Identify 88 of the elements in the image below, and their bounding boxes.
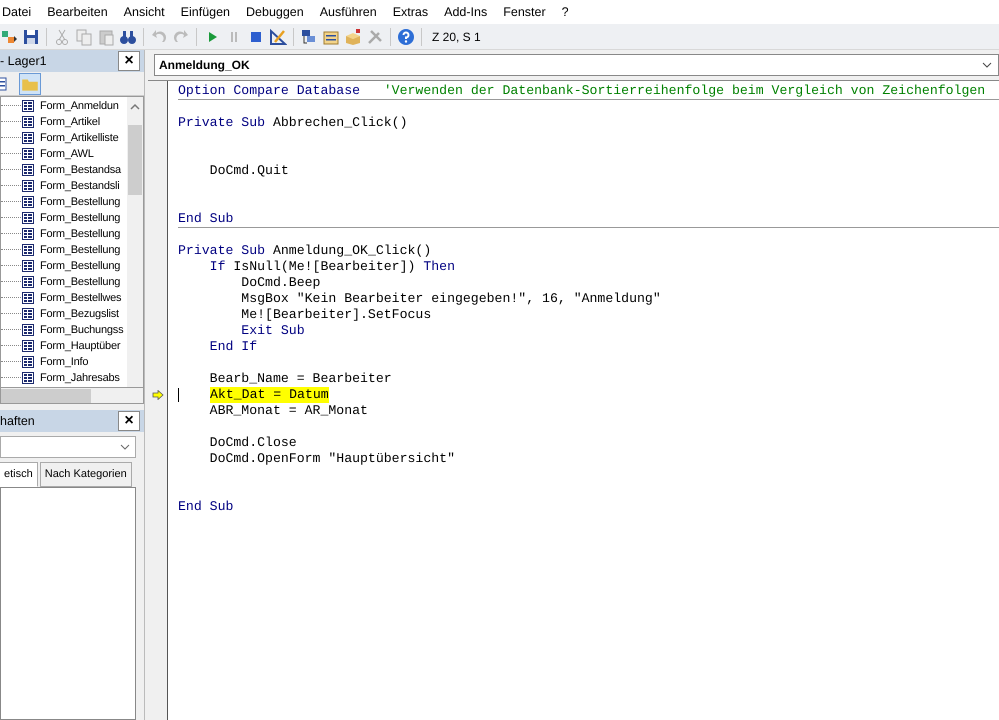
menu-item[interactable]: Debuggen [238, 2, 312, 22]
form-icon [22, 292, 34, 304]
text-cursor [178, 388, 179, 402]
tree-item[interactable]: Form_Anmeldun [40, 98, 119, 114]
code-line: End Sub [178, 211, 234, 227]
code-line: End If [208, 339, 258, 355]
save-icon[interactable] [22, 28, 40, 46]
code-line: Exit Sub [240, 323, 305, 339]
code-line: DoCmd.Quit [208, 163, 289, 179]
form-icon [22, 308, 34, 320]
menu-item[interactable]: ? [554, 2, 577, 22]
scroll-thumb[interactable] [128, 125, 142, 195]
scroll-thumb[interactable] [1, 388, 91, 402]
tree-item[interactable]: Form_Artikel [40, 114, 100, 130]
help-icon[interactable] [397, 28, 415, 46]
tree-item[interactable]: Form_Bestellung [40, 242, 120, 258]
tree-item[interactable]: Form_Buchungss [40, 322, 124, 338]
toolbox-icon[interactable] [366, 28, 384, 46]
project-explorer-icon[interactable] [300, 28, 318, 46]
form-icon [22, 132, 34, 144]
code-line: ABR_Monat = AR_Monat [208, 403, 368, 419]
chevron-down-icon [980, 60, 994, 70]
tree-item[interactable]: Form_Artikelliste [40, 130, 119, 146]
code-line: End Sub [178, 499, 234, 515]
tree-item[interactable]: Form_Bezugslist [40, 306, 119, 322]
menu-item[interactable]: Ansicht [116, 2, 173, 22]
form-icon [22, 340, 34, 352]
chevron-up-icon[interactable] [130, 103, 140, 111]
form-icon [22, 116, 34, 128]
menu-item[interactable]: Bearbeiten [39, 2, 116, 22]
form-icon [22, 260, 34, 272]
form-icon [22, 164, 34, 176]
form-icon [22, 196, 34, 208]
form-icon [22, 100, 34, 112]
tree-item[interactable]: Form_Bestellung [40, 194, 120, 210]
tree-item[interactable]: Form_Bestellung [40, 210, 120, 226]
code-line: MsgBox "Kein Bearbeiter eingegeben!", 16, "Anmeldung" [240, 291, 661, 307]
chevron-down-icon [119, 443, 131, 451]
form-icon [22, 180, 34, 192]
code-editor[interactable] [148, 80, 999, 720]
menu-item[interactable]: Einfügen [172, 2, 238, 22]
tree-item[interactable]: Form_Bestellwes [40, 290, 122, 306]
object-browser-icon[interactable] [344, 28, 362, 46]
tab[interactable]: etisch [0, 462, 38, 486]
form-icon [22, 276, 34, 288]
procedure-dropdown[interactable]: Anmeldung_OK [154, 54, 999, 76]
tree-item[interactable]: Form_Bestellung [40, 226, 120, 242]
code-line: Me![Bearbeiter].SetFocus [240, 307, 432, 323]
form-icon [22, 212, 34, 224]
code-line: If IsNull(Me![Bearbeiter]) Then [208, 259, 455, 275]
code-line: DoCmd.Beep [240, 275, 320, 291]
cut-icon[interactable] [53, 28, 71, 46]
vertical-scrollbar[interactable] [127, 97, 143, 387]
horizontal-scrollbar[interactable] [0, 388, 144, 404]
menu-item[interactable]: Extras [384, 2, 436, 22]
close-button[interactable]: × [118, 51, 140, 71]
panel-title: haften [0, 412, 35, 430]
tree-item[interactable]: Form_Bestandsa [40, 162, 121, 178]
tree-item[interactable]: Form_Hauptüber [40, 338, 120, 354]
tree-item[interactable]: Form_Info [40, 354, 88, 370]
form-icon [22, 244, 34, 256]
code-line: Private Sub Anmeldung_OK_Click() [178, 243, 432, 259]
tree-item[interactable]: Form_AWL [40, 146, 94, 162]
panel-title: - Lager1 [0, 52, 47, 70]
menu-item[interactable]: Add-Ins [436, 2, 496, 22]
menu-item[interactable]: Ausführen [312, 2, 385, 22]
tree-item[interactable]: Form_Bestellung [40, 274, 120, 290]
code-line: DoCmd.OpenForm "Hauptübersicht" [208, 451, 455, 467]
form-icon [22, 324, 34, 336]
code-line: Private Sub Abbrechen_Click() [178, 115, 408, 131]
form-icon [22, 372, 34, 384]
cursor-position: Z 20, S 1 [431, 28, 482, 46]
menu-item[interactable]: Fenster [495, 2, 554, 22]
code-line: Bearb_Name = Bearbeiter [208, 371, 392, 387]
tab[interactable]: Nach Kategorien [40, 462, 132, 486]
tree-item[interactable]: Form_Bestandsli [40, 178, 120, 194]
copy-icon[interactable] [75, 28, 93, 46]
close-button[interactable]: × [118, 411, 140, 431]
design-mode-icon[interactable] [269, 28, 287, 46]
tree-item[interactable]: Form_Bestellung [40, 258, 120, 274]
tree-item[interactable]: Form_Jahresabs [40, 370, 120, 386]
form-icon [22, 228, 34, 240]
code-line: DoCmd.Close [208, 435, 297, 451]
menu-item[interactable]: Datei [0, 2, 40, 22]
form-icon [22, 356, 34, 368]
code-line: Option Compare Database 'Verwenden der Datenbank-Sortierreihenfolge beim Vergleich von Zeichenfolgen [178, 83, 986, 99]
object-dropdown[interactable] [0, 436, 136, 458]
form-icon [22, 148, 34, 160]
